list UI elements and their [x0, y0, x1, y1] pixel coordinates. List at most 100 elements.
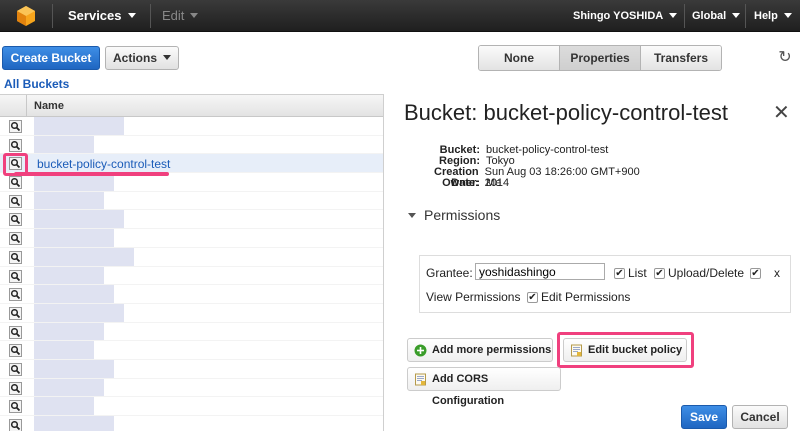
magnifier-icon[interactable] [9, 120, 22, 133]
bucket-rows: bucket-policy-control-test [0, 117, 383, 431]
redacted-bucket-name [34, 191, 104, 210]
redacted-bucket-name [34, 135, 94, 154]
magnifier-icon[interactable] [9, 232, 22, 246]
redacted-bucket-name [34, 117, 124, 135]
chevron-down-icon [669, 12, 678, 18]
redacted-bucket-name [34, 247, 134, 266]
chevron-down-icon [127, 13, 136, 19]
bucket-list: Name bucket-policy-control-test [0, 94, 384, 431]
redacted-bucket-name [34, 416, 114, 431]
view-transfers-button[interactable]: Transfers [641, 46, 721, 70]
bucket-row[interactable] [0, 266, 383, 286]
bucket-row[interactable] [0, 397, 383, 416]
bucket-row[interactable] [0, 210, 383, 230]
magnifier-icon[interactable] [9, 288, 22, 302]
bucket-row[interactable] [0, 191, 383, 211]
chevron-down-icon [732, 12, 741, 18]
create-bucket-button[interactable]: Create Bucket [2, 46, 100, 70]
add-more-permissions-button[interactable]: Add more permissions [407, 338, 553, 362]
magnifier-icon[interactable] [9, 194, 22, 208]
plus-circle-icon [414, 344, 427, 357]
magnifier-icon[interactable] [9, 250, 22, 264]
help-menu[interactable]: Help [754, 0, 792, 32]
magnifier-icon[interactable] [9, 362, 22, 376]
bucket-row[interactable] [0, 285, 383, 304]
magnifier-icon[interactable] [9, 381, 22, 395]
view-properties-button[interactable]: Properties [560, 46, 641, 70]
add-cors-label: Add CORS Configuration [432, 373, 505, 407]
chevron-down-icon [190, 13, 199, 19]
bucket-row[interactable] [0, 378, 383, 398]
bucket-row[interactable] [0, 416, 383, 431]
magnifier-icon[interactable] [9, 344, 22, 358]
column-divider [26, 95, 27, 117]
redacted-bucket-name [34, 303, 124, 322]
bucket-row[interactable] [0, 303, 383, 323]
column-name-header[interactable]: Name [34, 100, 64, 112]
bucket-row[interactable] [0, 229, 383, 248]
redacted-bucket-name [34, 341, 94, 359]
breadcrumb-all-buckets[interactable]: All Buckets [4, 77, 69, 91]
bucket-row[interactable] [0, 247, 383, 267]
redacted-bucket-name [34, 285, 114, 303]
magnifier-icon[interactable] [9, 325, 22, 339]
save-button[interactable]: Save [681, 405, 727, 429]
remove-permission-icon[interactable]: x [774, 266, 780, 280]
magnifier-icon[interactable] [9, 269, 22, 283]
view-permissions-label: View Permissions [426, 290, 521, 304]
magnifier-icon[interactable] [9, 213, 22, 227]
aws-logo-icon[interactable] [8, 5, 44, 27]
prop-key: Owner: [442, 177, 480, 189]
expand-triangle-icon [408, 213, 416, 218]
actions-label: Actions [112, 51, 157, 65]
prop-owner: Owner: Me [404, 178, 664, 189]
permissions-heading: Permissions [424, 207, 501, 223]
view-none-button[interactable]: None [479, 46, 560, 70]
edit-permissions-checkbox[interactable]: ✔ [527, 292, 538, 303]
highlight-underline [14, 172, 169, 176]
chevron-down-icon [163, 55, 171, 61]
view-permissions-checkbox-top[interactable]: ✔ [750, 268, 761, 279]
permissions-section-toggle[interactable]: Permissions [408, 207, 500, 223]
magnifier-icon[interactable] [9, 400, 22, 414]
top-nav-bar: Services Edit Shingo YOSHIDA Global Help [0, 0, 800, 32]
nav-divider [52, 4, 53, 28]
bucket-name[interactable]: bucket-policy-control-test [37, 157, 170, 171]
view-toggle: None Properties Transfers [478, 45, 722, 71]
edit-menu[interactable]: Edit [162, 0, 199, 32]
bucket-row[interactable] [0, 322, 383, 342]
nav-divider [684, 4, 685, 28]
bucket-row[interactable] [0, 341, 383, 360]
bucket-row[interactable] [0, 117, 383, 136]
redacted-bucket-name [34, 322, 104, 341]
bucket-properties: Bucket: bucket-policy-control-test Region… [404, 145, 664, 189]
nav-divider [150, 4, 151, 28]
prop-value: Me [486, 177, 502, 189]
magnifier-icon[interactable] [9, 176, 22, 190]
highlight-edit-bucket-policy [557, 332, 694, 368]
magnifier-icon[interactable] [9, 306, 22, 320]
add-more-permissions-label: Add more permissions [432, 344, 552, 356]
redacted-bucket-name [34, 397, 94, 415]
services-menu[interactable]: Services [68, 0, 136, 32]
actions-button[interactable]: Actions [105, 46, 179, 70]
user-menu[interactable]: Shingo YOSHIDA [573, 0, 678, 32]
region-menu[interactable]: Global [692, 0, 741, 32]
bucket-row-selected[interactable]: bucket-policy-control-test [0, 154, 383, 174]
cancel-button[interactable]: Cancel [732, 405, 788, 429]
edit-permissions-label: Edit Permissions [541, 290, 631, 304]
magnifier-icon[interactable] [9, 138, 22, 152]
panel-title: Bucket: bucket-policy-control-test [404, 100, 729, 125]
list-checkbox[interactable]: ✔ [614, 268, 625, 279]
grantee-input[interactable] [475, 263, 605, 280]
upload-delete-checkbox[interactable]: ✔ [654, 268, 665, 279]
prop-value: Sun Aug 03 18:26:00 GMT+900 2014 [484, 166, 640, 189]
bucket-row[interactable] [0, 135, 383, 155]
refresh-icon[interactable]: ↻ [775, 48, 795, 68]
add-cors-configuration-button[interactable]: Add CORS Configuration [407, 367, 561, 407]
list-header: Name [0, 95, 383, 117]
magnifier-icon[interactable] [9, 419, 22, 431]
list-label: List [628, 266, 647, 280]
bucket-row[interactable] [0, 359, 383, 379]
close-icon[interactable]: ✕ [773, 100, 790, 125]
